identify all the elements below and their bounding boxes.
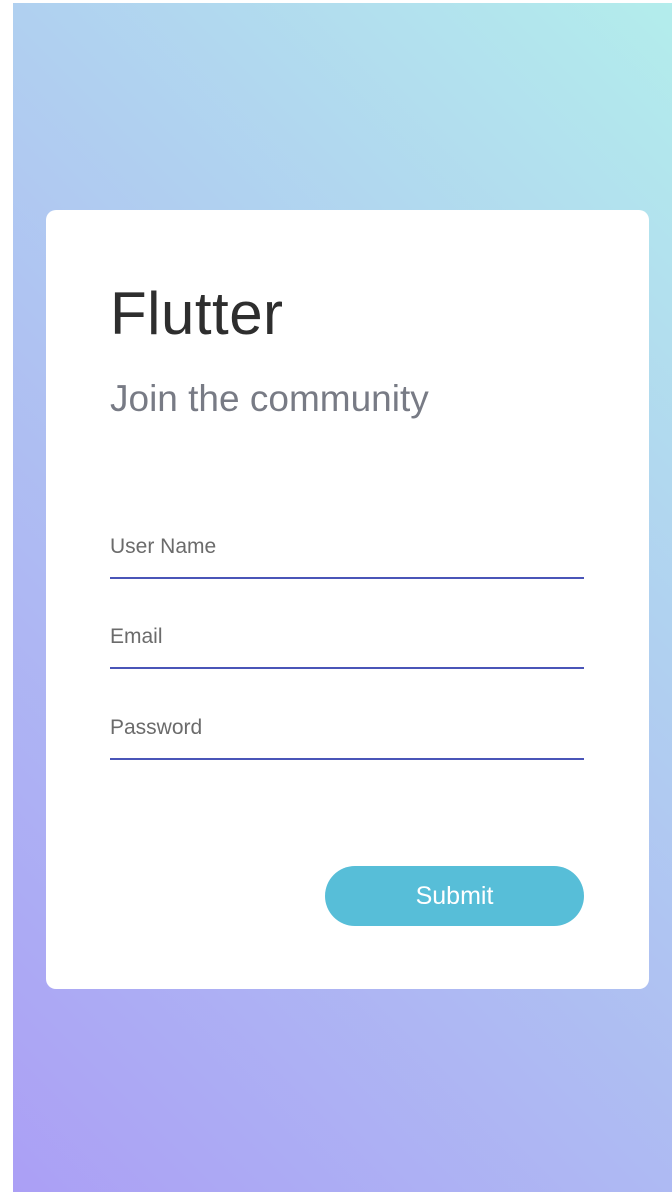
password-field[interactable]: Password <box>110 712 584 760</box>
email-field[interactable]: Email <box>110 621 584 669</box>
email-label: Email <box>110 625 163 648</box>
username-field[interactable]: User Name <box>110 531 584 579</box>
submit-button[interactable]: Submit <box>325 866 584 926</box>
page-subtitle: Join the community <box>110 378 429 419</box>
page-title: Flutter <box>110 280 284 347</box>
signup-card: Flutter Join the community User Name Ema… <box>46 210 649 989</box>
password-label: Password <box>110 716 203 739</box>
username-label: User Name <box>110 535 217 558</box>
app-screen: Flutter Join the community User Name Ema… <box>13 3 672 1192</box>
